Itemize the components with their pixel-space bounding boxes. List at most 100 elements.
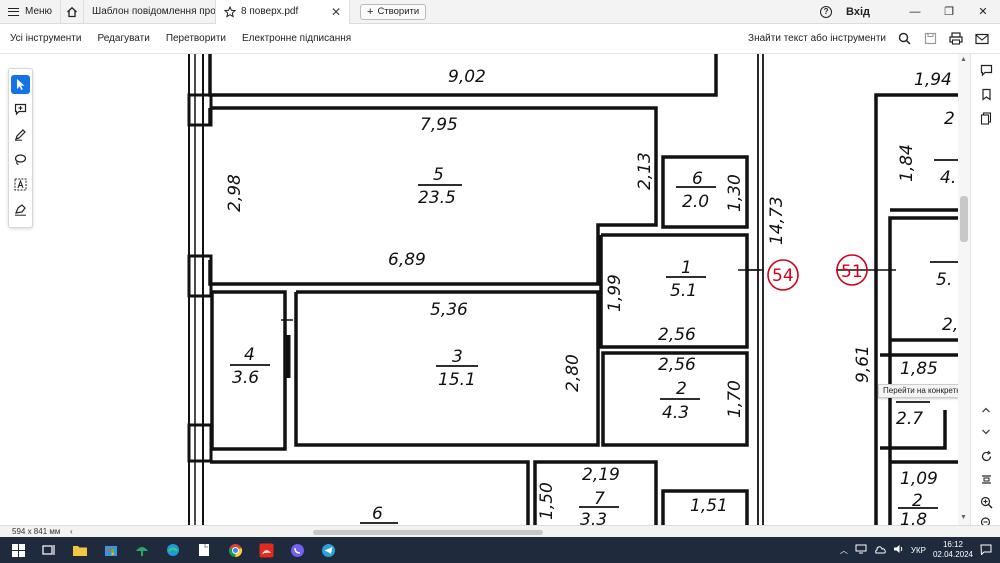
file-explorer-icon[interactable] <box>67 537 93 563</box>
edit-menu[interactable]: Редагувати <box>89 33 157 44</box>
dim-label: 14,73 <box>767 196 787 245</box>
dim-label: 2,80 <box>563 354 583 392</box>
lasso-tool[interactable] <box>11 150 30 169</box>
viber-icon[interactable] <box>284 537 310 563</box>
all-tools-menu[interactable]: Усі інструменти <box>0 33 89 44</box>
horizontal-scrollbar[interactable] <box>83 527 953 537</box>
vertical-scrollbar[interactable]: ▲ ▼ <box>958 54 970 525</box>
dim-label: 2,13 <box>635 152 655 190</box>
scroll-thumb[interactable] <box>960 196 968 242</box>
sign-tool[interactable] <box>11 200 30 219</box>
page-size-label: 594 x 841 мм <box>12 527 61 536</box>
scroll-up-icon[interactable]: ▲ <box>960 56 967 63</box>
login-button[interactable]: Вхід <box>846 6 870 18</box>
draw-tool[interactable] <box>11 125 30 144</box>
notifications-icon[interactable] <box>980 544 992 557</box>
tab-label: 8 поверх.pdf <box>241 6 299 17</box>
plus-icon: + <box>367 5 374 18</box>
axis-label: 54 <box>772 266 794 286</box>
home-button[interactable] <box>60 0 85 24</box>
floor-plan: 9,02 7,95 2,98 5 23.5 2,13 6 2.0 1,30 14… <box>187 54 958 525</box>
room-area: 1.8 <box>900 510 927 525</box>
dim-label: 1,51 <box>690 496 728 516</box>
dim-label: 1,99 <box>605 274 625 312</box>
room-number: 5 <box>433 165 444 185</box>
text-box-icon <box>14 178 27 191</box>
tab-pdf[interactable]: 8 поверх.pdf ✕ <box>216 0 351 24</box>
language-indicator[interactable]: УКР <box>911 546 926 555</box>
right-rail <box>970 54 1000 527</box>
dim-label: 1,30 <box>725 174 745 212</box>
rotate-icon[interactable] <box>978 448 994 464</box>
dim-label: 2, <box>942 315 958 335</box>
room-area: 5.1 <box>670 281 697 301</box>
find-text-label[interactable]: Знайти текст або інструменти <box>748 33 886 44</box>
room-number: 6 <box>692 169 703 189</box>
close-window-button[interactable]: ✕ <box>966 0 1000 24</box>
edge-icon[interactable] <box>160 537 186 563</box>
menu-button[interactable]: Меню <box>0 0 60 24</box>
next-page-icon[interactable] <box>978 424 994 440</box>
comments-panel-icon[interactable] <box>978 62 994 78</box>
bookmarks-icon[interactable] <box>978 86 994 102</box>
time-label: 16:12 <box>942 540 963 549</box>
scroll-left-icon[interactable]: ‹ <box>70 527 73 536</box>
axis-label: 51 <box>841 262 863 282</box>
pen-icon <box>15 129 26 141</box>
comment-tool[interactable] <box>11 100 30 119</box>
room-number: 4 <box>244 345 255 365</box>
horizontal-scroll-thumb[interactable] <box>312 529 543 535</box>
create-button[interactable]: + Створити <box>360 3 427 20</box>
create-label: Створити <box>377 6 420 17</box>
fit-page-icon[interactable] <box>978 471 994 487</box>
help-icon[interactable]: ? <box>820 5 833 18</box>
document-view[interactable]: 9,02 7,95 2,98 5 23.5 2,13 6 2.0 1,30 14… <box>0 54 958 525</box>
room-area: 3.3 <box>580 510 607 525</box>
restore-button[interactable]: ❐ <box>932 0 966 24</box>
minimize-button[interactable]: — <box>898 0 932 24</box>
home-icon <box>67 6 77 17</box>
hamburger-icon <box>8 7 19 16</box>
chevron-up-icon[interactable]: ︿ <box>840 545 848 556</box>
esign-menu[interactable]: Електронне підписання <box>234 33 359 44</box>
previous-page-icon[interactable] <box>978 402 994 418</box>
dim-label: 5,36 <box>430 300 468 320</box>
task-view-icon[interactable] <box>36 537 62 563</box>
star-icon[interactable] <box>224 5 237 18</box>
print-icon[interactable] <box>948 31 964 47</box>
search-icon[interactable] <box>896 31 912 47</box>
lasso-icon <box>14 154 27 166</box>
comment-icon <box>14 103 27 116</box>
volume-icon[interactable] <box>893 544 904 556</box>
text-tool[interactable] <box>11 175 30 194</box>
tab-template[interactable]: Шаблон повідомлення про з... <box>84 0 217 24</box>
acrobat-icon[interactable] <box>253 537 279 563</box>
chrome-icon[interactable] <box>222 537 248 563</box>
dim-label: 1,85 <box>900 359 938 379</box>
convert-menu[interactable]: Перетворити <box>158 33 234 44</box>
clock[interactable]: 16:12 02.04.2024 <box>933 540 973 560</box>
cloud-app-icon[interactable] <box>129 537 155 563</box>
telegram-icon[interactable] <box>315 537 341 563</box>
select-tool[interactable] <box>11 75 30 94</box>
scroll-down-icon[interactable]: ▼ <box>960 514 967 521</box>
save-icon[interactable] <box>922 31 938 47</box>
network-icon[interactable] <box>855 544 867 556</box>
onedrive-icon[interactable] <box>874 545 886 556</box>
main-toolbar: Усі інструменти Редагувати Перетворити Е… <box>0 24 1000 54</box>
room-number: 6 <box>372 504 383 524</box>
room-number: 2 <box>676 379 687 399</box>
pages-icon[interactable] <box>978 110 994 126</box>
mail-icon[interactable] <box>974 31 990 47</box>
store-icon[interactable] <box>98 537 124 563</box>
dim-label: 2,56 <box>658 355 696 375</box>
notepad-icon[interactable] <box>191 537 217 563</box>
close-tab-icon[interactable]: ✕ <box>323 5 341 19</box>
room-area: 23.5 <box>418 188 456 208</box>
dim-label: 1,94 <box>914 70 952 90</box>
dim-label: 2 <box>944 109 955 129</box>
room-area: 4.3 <box>662 403 689 423</box>
zoom-in-icon[interactable] <box>978 494 994 510</box>
dim-label: 2,98 <box>225 174 245 212</box>
start-icon[interactable] <box>5 537 31 563</box>
